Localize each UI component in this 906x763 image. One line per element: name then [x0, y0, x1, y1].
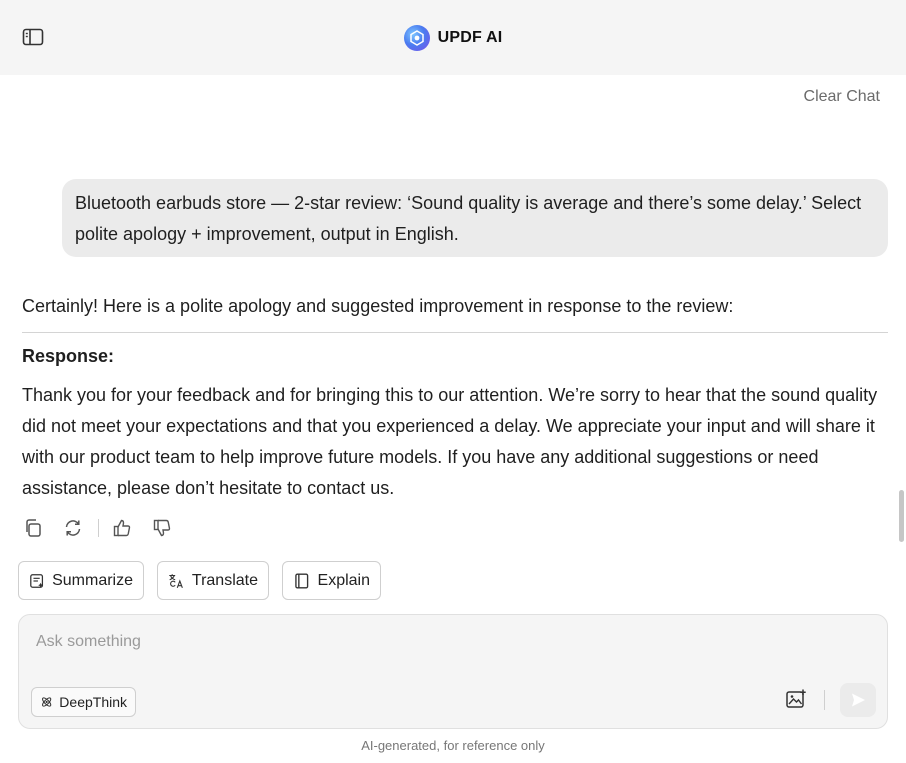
book-icon — [295, 573, 309, 588]
updf-ai-logo-icon — [403, 24, 430, 51]
composer: DeepThink — [18, 614, 888, 729]
sidebar-panel-icon[interactable] — [22, 27, 44, 47]
summarize-label: Summarize — [52, 571, 133, 589]
scrollbar-thumb[interactable] — [899, 490, 904, 542]
translate-icon — [169, 573, 183, 588]
explain-button[interactable]: Explain — [282, 561, 381, 600]
image-upload-icon[interactable] — [785, 688, 807, 710]
assistant-intro: Certainly! Here is a polite apology and … — [22, 296, 734, 316]
thumbs-up-icon[interactable] — [111, 517, 133, 539]
thumbs-down-icon[interactable] — [151, 517, 173, 539]
translate-button[interactable]: Translate — [157, 561, 269, 600]
user-message: Bluetooth earbuds store — 2-star review:… — [62, 179, 888, 257]
atom-icon — [42, 697, 52, 707]
copy-icon[interactable] — [22, 517, 44, 539]
deepthink-toggle[interactable]: DeepThink — [31, 687, 136, 717]
message-actions — [22, 517, 173, 539]
assistant-response: Thank you for your feedback and for brin… — [22, 385, 878, 498]
app-header: UPDF AI — [0, 0, 906, 75]
summarize-icon — [30, 573, 44, 588]
explain-label: Explain — [317, 571, 370, 589]
regenerate-icon[interactable] — [62, 517, 84, 539]
app-title: UPDF AI — [437, 28, 503, 46]
action-separator — [98, 519, 99, 537]
divider — [22, 332, 888, 333]
clear-chat-button[interactable]: Clear Chat — [804, 88, 880, 106]
deepthink-label: DeepThink — [59, 694, 127, 710]
ask-input[interactable] — [36, 629, 866, 655]
summarize-button[interactable]: Summarize — [18, 561, 144, 600]
brand: UPDF AI — [0, 0, 906, 75]
send-icon — [852, 693, 865, 707]
composer-separator — [824, 690, 825, 710]
translate-label: Translate — [191, 571, 258, 589]
send-button[interactable] — [840, 683, 876, 717]
response-heading: Response: — [22, 346, 115, 366]
disclaimer: AI-generated, for reference only — [361, 738, 545, 753]
